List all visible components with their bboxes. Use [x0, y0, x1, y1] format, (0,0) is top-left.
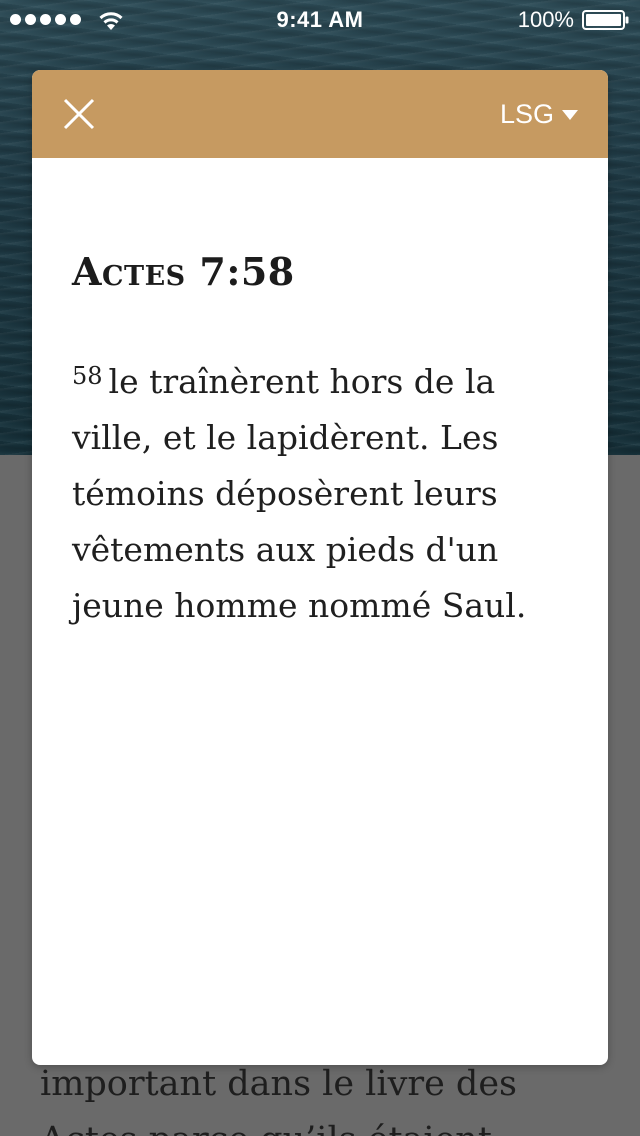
battery-icon: [582, 10, 629, 30]
modal-header: LSG: [32, 70, 608, 158]
verse-reference: Actes 7:58: [72, 249, 295, 294]
caret-down-icon: [562, 110, 578, 120]
version-label: LSG: [499, 98, 554, 129]
close-icon: [63, 98, 95, 130]
verse-text: le traînèrent hors de la ville, et le la…: [72, 362, 527, 625]
battery-percentage: 100%: [517, 7, 574, 32]
background-article-text: important dans le livre des Actes parce …: [40, 1064, 517, 1136]
status-bar: 9:41 AM 100%: [0, 0, 640, 40]
verse-number: 58: [72, 362, 103, 390]
verse-body: 58 le traînèrent hors de la ville, et le …: [72, 354, 572, 634]
version-selector[interactable]: LSG: [500, 94, 578, 134]
close-button[interactable]: [54, 90, 104, 140]
verse-modal: LSG Actes 7:58 58 le traînèrent hors de l…: [32, 70, 608, 1065]
